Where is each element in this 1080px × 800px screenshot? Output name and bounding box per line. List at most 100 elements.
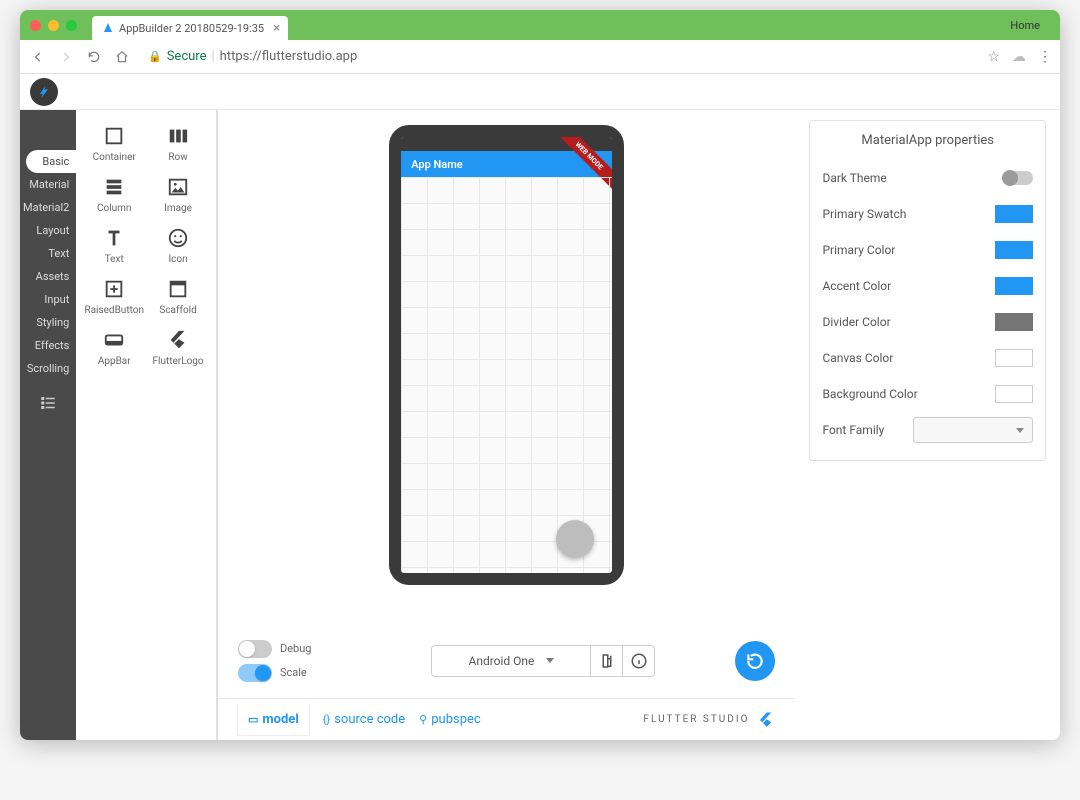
forward-button[interactable] — [58, 49, 74, 65]
widget-label: Scaffold — [159, 305, 196, 316]
widget-icon[interactable]: Icon — [146, 226, 210, 265]
canvas-toolbar: Debug Scale Android One — [218, 623, 795, 698]
canvas: App Name ⋮ WEB MODE — [218, 110, 795, 623]
widget-container[interactable]: Container — [82, 124, 146, 163]
tree-view-icon[interactable] — [39, 394, 57, 412]
color-swatch[interactable] — [995, 277, 1033, 295]
debug-toggle[interactable] — [238, 640, 272, 658]
reload-button[interactable] — [86, 49, 102, 65]
widget-image[interactable]: Image — [146, 175, 210, 214]
color-swatch[interactable] — [995, 205, 1033, 223]
browser-tab[interactable]: AppBuilder 2 20180529-19:35 — [92, 16, 288, 40]
prop-label: Dark Theme — [822, 171, 886, 185]
url-box[interactable]: 🔒 Secure | https://flutterstudio.app — [142, 49, 975, 64]
widget-label: Image — [164, 203, 192, 214]
color-swatch[interactable] — [995, 385, 1033, 403]
widget-label: Row — [168, 152, 187, 163]
widget-scaffold[interactable]: Scaffold — [146, 277, 210, 316]
tab-pubspec[interactable]: ⚲pubspec — [419, 704, 481, 735]
tab-model[interactable]: ▭model — [238, 704, 309, 735]
prop-label: Divider Color — [822, 315, 890, 329]
sidebar-cat-styling[interactable]: Styling — [20, 311, 76, 334]
maximize-icon[interactable] — [66, 20, 77, 31]
prop-primary-swatch: Primary Swatch — [822, 196, 1033, 232]
widget-palette: Container Row Column Image Text IconRaisedBut… — [76, 110, 218, 740]
widget-raisedbutton[interactable]: RaisedButton — [82, 277, 146, 316]
prop-font-family: Font Family — [822, 412, 1033, 448]
rotate-device-button[interactable] — [591, 645, 623, 677]
prop-label: Background Color — [822, 387, 917, 401]
scale-label: Scale — [280, 666, 307, 679]
sidebar-cat-input[interactable]: Input — [20, 288, 76, 311]
properties-panel: MaterialApp properties Dark ThemePrimary… — [795, 110, 1060, 740]
bookmark-icon[interactable]: ☆ — [987, 49, 1000, 65]
sidebar-cat-scrolling[interactable]: Scrolling — [20, 357, 76, 380]
cloud-icon[interactable]: ☁ — [1012, 49, 1026, 65]
app-header — [20, 74, 1060, 110]
sidebar-cat-assets[interactable]: Assets — [20, 265, 76, 288]
sidebar-cat-layout[interactable]: Layout — [20, 219, 76, 242]
device-dropdown[interactable]: Android One — [431, 645, 591, 677]
widget-appbar[interactable]: AppBar — [82, 328, 146, 367]
prop-accent-color: Accent Color — [822, 268, 1033, 304]
menu-icon[interactable]: ⋮ — [1038, 49, 1050, 65]
scale-toggle[interactable] — [238, 664, 272, 682]
tab-title: AppBuilder 2 20180529-19:35 — [119, 22, 264, 35]
prop-label: Accent Color — [822, 279, 891, 293]
sidebar-cat-text[interactable]: Text — [20, 242, 76, 265]
category-sidebar: BasicMaterialMaterial2LayoutTextAssetsIn… — [20, 110, 76, 740]
secure-label: Secure — [167, 49, 207, 64]
prop-label: Primary Swatch — [822, 207, 906, 221]
app-logo-icon[interactable] — [30, 78, 58, 106]
raisedbutton-icon — [102, 277, 126, 301]
debug-label: Debug — [280, 642, 311, 655]
widget-flutterlogo[interactable]: FlutterLogo — [146, 328, 210, 367]
prop-label: Primary Color — [822, 243, 895, 257]
widget-text[interactable]: Text — [82, 226, 146, 265]
icon-icon — [166, 226, 190, 250]
prop-label: Font Family — [822, 423, 884, 437]
device-info-button[interactable] — [623, 645, 655, 677]
titlebar: AppBuilder 2 20180529-19:35 Home — [20, 10, 1060, 40]
color-swatch[interactable] — [995, 313, 1033, 331]
close-icon[interactable] — [30, 20, 41, 31]
url-text: https://flutterstudio.app — [220, 49, 358, 64]
refresh-button[interactable] — [735, 641, 775, 681]
row-icon — [166, 124, 190, 148]
font-family-dropdown[interactable] — [913, 417, 1033, 443]
main-area: BasicMaterialMaterial2LayoutTextAssetsIn… — [20, 110, 1060, 740]
app-bar-title: App Name — [411, 158, 462, 171]
phone-screen[interactable]: App Name ⋮ WEB MODE — [401, 137, 612, 573]
color-swatch[interactable] — [995, 349, 1033, 367]
home-button[interactable] — [114, 49, 130, 65]
home-link[interactable]: Home — [1010, 19, 1050, 32]
widget-label: Text — [105, 254, 124, 265]
prop-background-color: Background Color — [822, 376, 1033, 412]
floating-action-button[interactable] — [556, 520, 594, 558]
color-swatch[interactable] — [995, 241, 1033, 259]
sidebar-cat-material2[interactable]: Material2 — [20, 196, 76, 219]
device-selector: Android One — [431, 645, 655, 677]
sidebar-cat-basic[interactable]: Basic — [26, 150, 76, 173]
dark-theme-toggle[interactable] — [1003, 171, 1033, 185]
scaffold-icon — [166, 277, 190, 301]
sidebar-cat-effects[interactable]: Effects — [20, 334, 76, 357]
widget-label: Column — [97, 203, 131, 214]
prop-divider-color: Divider Color — [822, 304, 1033, 340]
tab-source[interactable]: {}source code — [323, 704, 405, 735]
widget-label: Container — [93, 152, 136, 163]
lock-icon: 🔒 — [148, 50, 162, 63]
view-tabs: ▭model{}source code⚲pubspec FLUTTER STUD… — [218, 698, 795, 740]
design-grid[interactable] — [401, 177, 612, 573]
canvas-area: App Name ⋮ WEB MODE Debug — [218, 110, 795, 740]
widget-row[interactable]: Row — [146, 124, 210, 163]
minimize-icon[interactable] — [48, 20, 59, 31]
tab-favicon-icon — [102, 22, 114, 34]
widget-column[interactable]: Column — [82, 175, 146, 214]
sidebar-cat-material[interactable]: Material — [20, 173, 76, 196]
prop-primary-color: Primary Color — [822, 232, 1033, 268]
address-bar: 🔒 Secure | https://flutterstudio.app ☆ ☁… — [20, 40, 1060, 74]
app-window: AppBuilder 2 20180529-19:35 Home 🔒 Secur… — [20, 10, 1060, 740]
device-name: Android One — [468, 654, 534, 668]
back-button[interactable] — [30, 49, 46, 65]
